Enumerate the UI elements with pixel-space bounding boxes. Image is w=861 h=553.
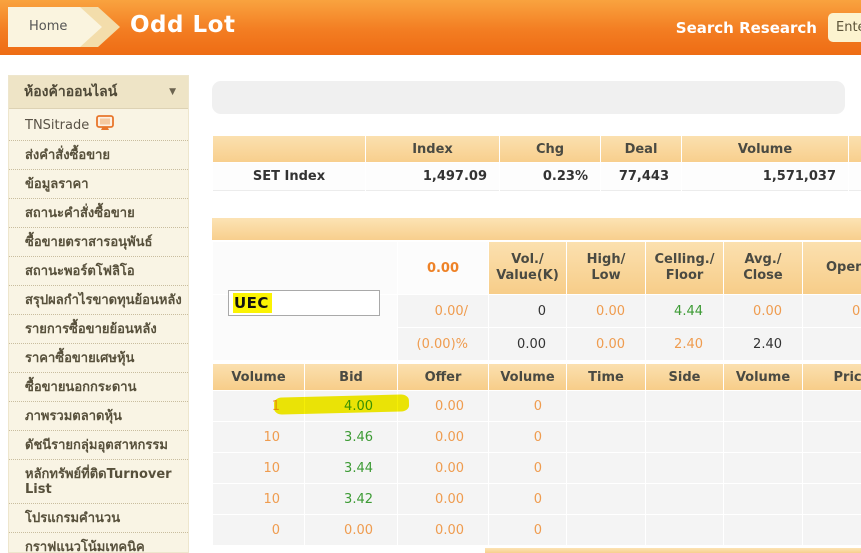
sidebar-section-header[interactable]: ห้องค้าออนไลน์ ▼: [9, 76, 188, 109]
sidebar-item-label: TNSitrade: [25, 117, 90, 133]
quote-header-avg-close: Avg./Close: [724, 242, 802, 294]
book-row: 10 3.44 0.00 0: [213, 453, 861, 483]
sidebar-item-turnover-list[interactable]: หลักทรัพย์ที่ติดTurnover List: [9, 460, 188, 504]
set-header-blank: [213, 136, 365, 162]
book-header-volume-offer: Volume: [489, 364, 566, 390]
set-header-partial: [849, 136, 861, 162]
monitor-icon: [96, 115, 115, 135]
quote-header-open1: Open 1: [803, 242, 861, 294]
search-research-link[interactable]: Search Research: [676, 19, 817, 37]
set-header-chg: Chg: [500, 136, 600, 162]
book-row: 10 3.42 0.00 0: [213, 484, 861, 514]
sidebar-item-off-board-trade[interactable]: ซื้อขายนอกกระดาน: [9, 373, 188, 402]
book-header-volume-bid: Volume: [213, 364, 304, 390]
sidebar-item-sector-index[interactable]: ดัชนีรายกลุ่มอุตสาหกรรม: [9, 431, 188, 460]
top-header: Home Odd Lot Search Research Enter: [0, 0, 861, 55]
sidebar-item-trade-history[interactable]: รายการซื้อขายย้อนหลัง: [9, 315, 188, 344]
quote-section-title-bar: [212, 218, 861, 240]
book-row: 0 0.00 0.00 0: [213, 515, 861, 545]
book-header-bid: Bid: [305, 364, 397, 390]
sidebar-item-tnsitrade[interactable]: TNSitrade: [9, 109, 188, 141]
sidebar-item-calculator[interactable]: โปรแกรมคำนวน: [9, 504, 188, 533]
odd-lot-page: { "header": { "home": "Home", "title": "…: [0, 0, 861, 553]
sidebar-item-odd-lot-price[interactable]: ราคาซื้อขายเศษหุ้น: [9, 344, 188, 373]
quote-header-ceiling-floor: Celling./Floor: [646, 242, 723, 294]
empty-panel: [212, 81, 845, 114]
quote-section: 0.00 Vol./Value(K) High/Low Celling./Flo…: [212, 218, 861, 553]
order-book: Volume Bid Offer Volume Time Side Volume…: [212, 363, 861, 546]
set-index-value: 1,497.09: [366, 163, 499, 191]
book-row: 10 3.46 0.00 0: [213, 422, 861, 452]
sidebar-item-profit-loss-history[interactable]: สรุปผลกำไรขาดทุนย้อนหลัง: [9, 286, 188, 315]
sidebar-item-market-overview[interactable]: ภาพรวมตลาดหุ้น: [9, 402, 188, 431]
sidebar: ห้องค้าออนไลน์ ▼ TNSitrade ส่งคำสั่งซื้อ…: [8, 75, 189, 553]
search-input-text: Enter: [836, 20, 861, 35]
search-input[interactable]: Enter: [828, 13, 861, 42]
book-header-price: Price: [803, 364, 861, 390]
quote-header-vol-value: Vol./Value(K): [489, 242, 566, 294]
set-index-table: Index Chg Deal Volume SET Index 1,497.09…: [212, 135, 861, 192]
next-section-header-partial: [485, 548, 861, 553]
sidebar-item-order-status[interactable]: สถานะคำสั่งซื้อขาย: [9, 199, 188, 228]
symbol-input-value: UEC: [233, 293, 272, 313]
sidebar-section-title: ห้องค้าออนไลน์: [24, 84, 118, 100]
chevron-down-icon: ▼: [169, 87, 176, 97]
set-deal-value: 77,443: [601, 163, 681, 191]
set-row-label: SET Index: [213, 163, 365, 191]
book-header-volume-last: Volume: [724, 364, 802, 390]
sidebar-item-technical-chart[interactable]: กราฟแนวโน้มเทคนิค: [9, 533, 188, 552]
sidebar-item-send-order[interactable]: ส่งคำสั่งซื้อขาย: [9, 141, 188, 170]
sidebar-item-price-info[interactable]: ข้อมูลราคา: [9, 170, 188, 199]
symbol-input[interactable]: UEC: [228, 290, 380, 316]
set-header-index: Index: [366, 136, 499, 162]
main-content: Index Chg Deal Volume SET Index 1,497.09…: [212, 75, 861, 553]
set-header-volume: Volume: [682, 136, 848, 162]
set-chg-value: 0.23%: [500, 163, 600, 191]
order-book-table: Volume Bid Offer Volume Time Side Volume…: [212, 363, 861, 546]
sidebar-item-derivatives[interactable]: ซื้อขายตราสารอนุพันธ์: [9, 228, 188, 257]
last-price: 0.00: [398, 242, 488, 294]
quote-header-high-low: High/Low: [567, 242, 645, 294]
set-volume-value: 1,571,037: [682, 163, 848, 191]
set-index-row: SET Index 1,497.09 0.23% 77,443 1,571,03…: [213, 163, 861, 191]
book-header-offer: Offer: [398, 364, 488, 390]
book-row: 1 4.00 0.00 0: [213, 391, 861, 421]
page-title: Odd Lot: [130, 12, 236, 38]
book-header-time: Time: [567, 364, 645, 390]
sidebar-item-portfolio-status[interactable]: สถานะพอร์ตโฟลิโอ: [9, 257, 188, 286]
set-header-deal: Deal: [601, 136, 681, 162]
breadcrumb-home-label: Home: [29, 19, 68, 34]
book-header-side: Side: [646, 364, 723, 390]
